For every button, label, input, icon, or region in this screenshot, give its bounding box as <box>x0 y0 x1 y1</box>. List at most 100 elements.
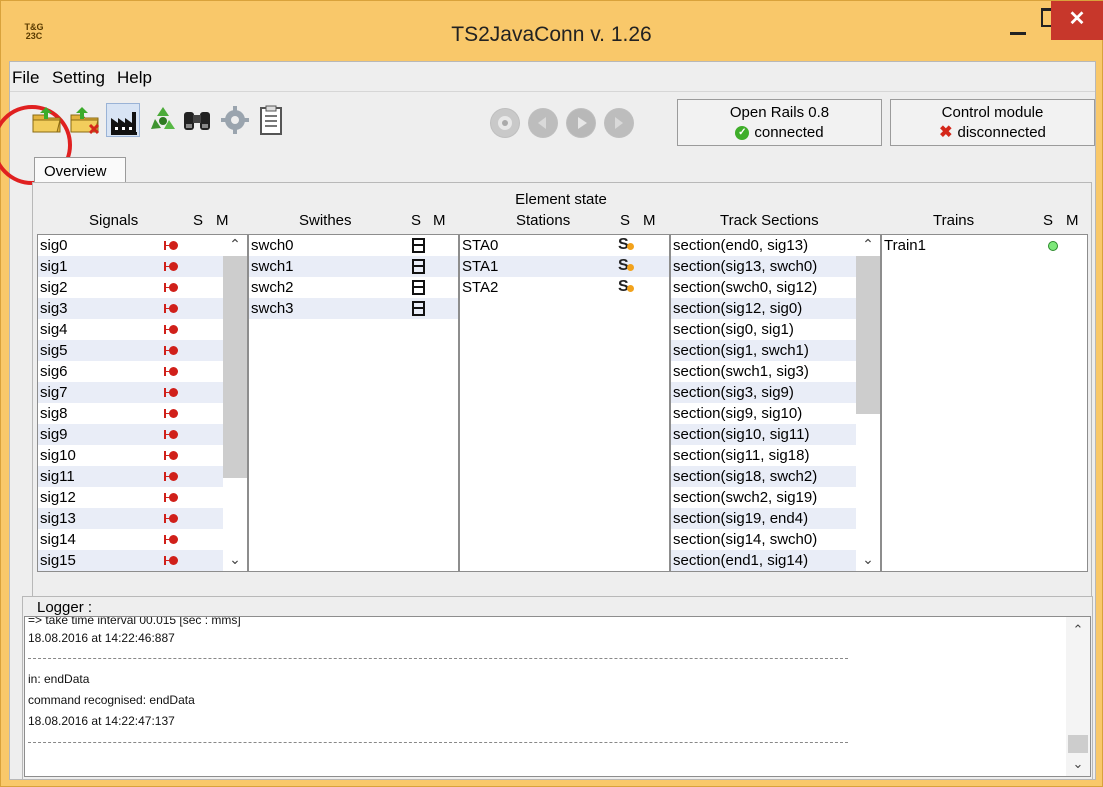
list-item[interactable]: sig14 <box>38 529 247 550</box>
menu-file[interactable]: File <box>12 68 39 88</box>
close-folder-icon[interactable] <box>68 103 102 137</box>
scroll-up-icon[interactable]: ⌃ <box>1066 621 1090 641</box>
list-item[interactable]: sig6 <box>38 361 247 382</box>
switches-list[interactable]: swch0 swch1 swch2 swch3 <box>248 234 459 572</box>
signals-list[interactable]: sig0 sig1 sig2 sig3 sig4 sig5 sig6 sig7 sig8 sig9… <box>37 234 248 572</box>
back-icon[interactable] <box>528 108 558 138</box>
list-item[interactable]: section(sig18, swch2) <box>671 466 880 487</box>
list-item[interactable]: section(sig13, swch0) <box>671 256 880 277</box>
list-item[interactable]: STA1 S <box>460 256 669 277</box>
scroll-down-icon[interactable]: ⌄ <box>223 550 247 571</box>
list-item[interactable]: section(sig3, sig9) <box>671 382 880 403</box>
list-item[interactable]: swch1 <box>249 256 458 277</box>
signal-stop-icon <box>164 449 182 463</box>
signal-stop-icon <box>164 407 182 421</box>
signal-stop-icon <box>164 260 182 274</box>
scroll-down-icon[interactable]: ⌄ <box>1066 755 1090 775</box>
list-item[interactable]: section(sig9, sig10) <box>671 403 880 424</box>
minimize-button[interactable] <box>1001 1 1035 41</box>
list-item[interactable]: section(swch1, sig3) <box>671 361 880 382</box>
sections-label: section(swch2, sig19) <box>673 489 818 506</box>
logger-scroll-thumb[interactable] <box>1068 735 1088 753</box>
sections-label: section(swch0, sig12) <box>673 279 818 296</box>
list-item[interactable]: sig5 <box>38 340 247 361</box>
signals-m-header: M <box>216 212 229 229</box>
list-item[interactable]: section(sig11, sig18) <box>671 445 880 466</box>
open-folder-icon[interactable] <box>30 103 64 137</box>
list-item[interactable]: STA2 S <box>460 277 669 298</box>
forward-icon[interactable] <box>604 108 634 138</box>
list-item[interactable]: sig10 <box>38 445 247 466</box>
scroll-down-icon[interactable]: ⌄ <box>856 550 880 571</box>
list-item[interactable]: sig11 <box>38 466 247 487</box>
log-line: 18.08.2016 at 14:22:47:137 <box>28 714 175 728</box>
logger-output[interactable]: => take time interval 00.015 [sec : mms]… <box>24 616 1091 777</box>
list-item[interactable]: sig15 <box>38 550 247 571</box>
list-item[interactable]: section(sig1, swch1) <box>671 340 880 361</box>
open-rails-status: Open Rails 0.8 ✓ connected <box>677 99 882 146</box>
list-item[interactable]: sig12 <box>38 487 247 508</box>
panel-title: Element state <box>515 191 607 208</box>
list-item[interactable]: sig1 <box>38 256 247 277</box>
list-item[interactable]: swch2 <box>249 277 458 298</box>
list-item[interactable]: section(sig19, end4) <box>671 508 880 529</box>
switch-state-icon <box>412 238 425 253</box>
signal-stop-icon <box>164 533 182 547</box>
list-item[interactable]: sig3 <box>38 298 247 319</box>
signals-label: sig10 <box>40 447 76 464</box>
list-item[interactable]: section(sig12, sig0) <box>671 298 880 319</box>
trains-list[interactable]: Train1 <box>881 234 1088 572</box>
scroll-up-icon[interactable]: ⌃ <box>223 235 247 256</box>
signals-label: sig4 <box>40 321 68 338</box>
list-item[interactable]: section(sig0, sig1) <box>671 319 880 340</box>
scroll-up-icon[interactable]: ⌃ <box>856 235 880 256</box>
list-scrollbar[interactable]: ⌃ ⌄ <box>856 235 880 571</box>
list-item[interactable]: sig13 <box>38 508 247 529</box>
list-item[interactable]: sig4 <box>38 319 247 340</box>
logger-scrollbar[interactable]: ⌃ ⌄ <box>1066 617 1090 776</box>
list-item[interactable]: section(swch0, sig12) <box>671 277 880 298</box>
tab-overview[interactable]: Overview <box>34 157 126 184</box>
sections-label: section(sig12, sig0) <box>673 300 803 317</box>
signal-stop-icon <box>164 512 182 526</box>
signals-label: sig3 <box>40 300 68 317</box>
signals-label: sig15 <box>40 552 76 569</box>
signal-stop-icon <box>164 281 182 295</box>
binoculars-icon[interactable] <box>180 103 214 137</box>
signals-header: Signals <box>89 212 139 229</box>
signal-stop-icon <box>164 554 182 568</box>
list-item[interactable]: sig2 <box>38 277 247 298</box>
gear-icon[interactable] <box>218 103 252 137</box>
list-item[interactable]: sig9 <box>38 424 247 445</box>
close-button[interactable]: ✕ <box>1051 1 1103 40</box>
list-item[interactable]: section(sig14, swch0) <box>671 529 880 550</box>
list-item[interactable]: swch3 <box>249 298 458 319</box>
clipboard-icon[interactable] <box>254 103 288 137</box>
list-item[interactable]: section(end1, sig14) <box>671 550 880 571</box>
list-item[interactable]: STA0 S <box>460 235 669 256</box>
list-item[interactable]: sig8 <box>38 403 247 424</box>
recycle-icon[interactable] <box>146 103 180 137</box>
signals-label: sig9 <box>40 426 68 443</box>
factory-icon[interactable] <box>106 103 140 137</box>
train-status-icon <box>1048 241 1058 251</box>
settings-icon[interactable] <box>490 108 520 138</box>
list-item[interactable]: section(sig10, sig11) <box>671 424 880 445</box>
list-item[interactable]: section(end0, sig13) <box>671 235 880 256</box>
play-icon[interactable] <box>566 108 596 138</box>
stations-list[interactable]: STA0 S STA1 S STA2 S <box>459 234 670 572</box>
list-item[interactable]: sig7 <box>38 382 247 403</box>
list-item[interactable]: Train1 <box>882 235 1087 256</box>
signal-stop-icon <box>164 365 182 379</box>
sections-list[interactable]: section(end0, sig13) section(sig13, swch0… <box>670 234 881 572</box>
menu-setting[interactable]: Setting <box>52 68 105 88</box>
list-item[interactable]: swch0 <box>249 235 458 256</box>
scroll-thumb[interactable] <box>223 256 247 478</box>
title-bar[interactable]: T&G 23C TS2JavaConn v. 1.26 ✕ <box>1 1 1103 61</box>
stations-header: Stations <box>516 212 571 229</box>
list-item[interactable]: sig0 <box>38 235 247 256</box>
list-scrollbar[interactable]: ⌃ ⌄ <box>223 235 247 571</box>
menu-help[interactable]: Help <box>117 68 152 88</box>
scroll-thumb[interactable] <box>856 256 880 414</box>
list-item[interactable]: section(swch2, sig19) <box>671 487 880 508</box>
